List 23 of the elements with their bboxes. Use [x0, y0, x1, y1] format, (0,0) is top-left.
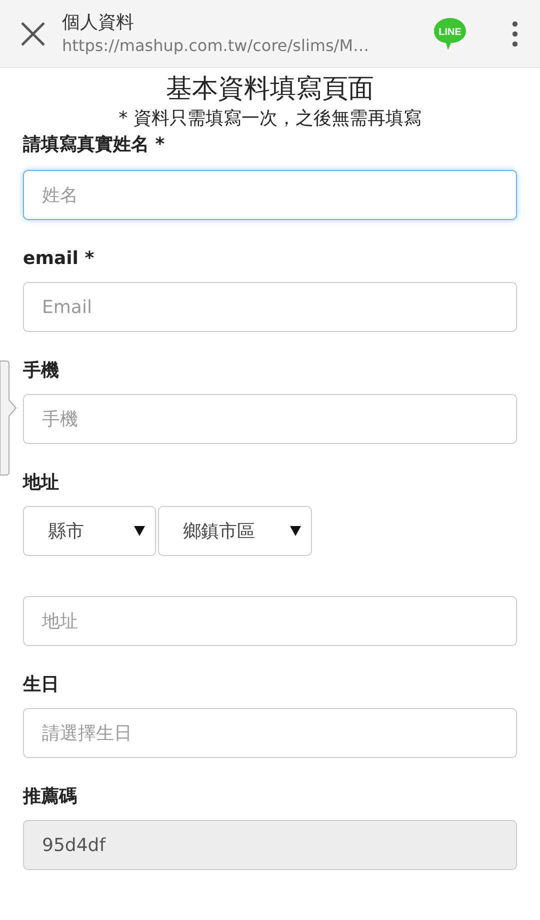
- field-label: email *: [23, 247, 94, 271]
- input-field[interactable]: Email: [23, 282, 517, 332]
- input-field[interactable]: 95d4df: [23, 820, 517, 870]
- field-label: 手機: [23, 359, 59, 383]
- input-field[interactable]: 地址: [23, 596, 517, 646]
- caret-icon: [290, 526, 301, 536]
- dropdown[interactable]: 縣市: [23, 506, 156, 556]
- more-menu-icon[interactable]: [512, 20, 518, 46]
- close-icon[interactable]: [20, 20, 46, 46]
- caret-icon: [134, 526, 145, 536]
- field-label: 生日: [23, 673, 59, 697]
- input-field[interactable]: 手機: [23, 394, 517, 444]
- input-field[interactable]: 請選擇生日: [23, 708, 517, 758]
- input-field[interactable]: 姓名: [23, 170, 517, 220]
- page-title: 個人資料: [62, 10, 135, 34]
- field-label: 地址: [23, 471, 59, 495]
- field-label: 推薦碼: [23, 785, 77, 809]
- dropdown[interactable]: 鄉鎮市區: [158, 506, 312, 556]
- drawer-handle[interactable]: [0, 360, 17, 476]
- form-note: * 資料只需填寫一次，之後無需再填寫: [118, 107, 422, 131]
- field-label: 請填寫真實姓名 *: [23, 133, 165, 157]
- page-url: https://mashup.com.tw/core/slims/M…: [62, 34, 370, 56]
- form-heading: 基本資料填寫頁面: [165, 73, 375, 106]
